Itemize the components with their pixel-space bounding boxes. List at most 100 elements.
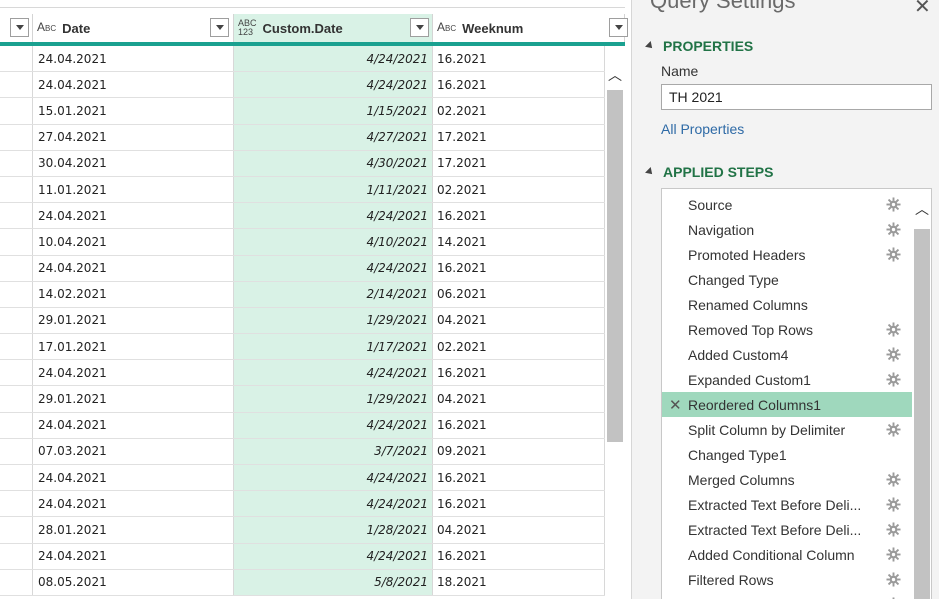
weeknum-cell[interactable]: 16.2021 (433, 255, 605, 281)
applied-step[interactable]: Added Custom4 (662, 342, 912, 367)
applied-step[interactable]: Promoted Headers (662, 242, 912, 267)
weeknum-cell[interactable]: 04.2021 (433, 307, 605, 334)
date-cell[interactable]: 29.01.2021 (33, 386, 234, 412)
custom-date-cell[interactable]: 4/24/2021 (234, 412, 433, 438)
custom-date-cell[interactable]: 1/17/2021 (234, 334, 433, 360)
applied-step[interactable]: Changed Type (662, 267, 912, 292)
scrollbar-thumb[interactable] (607, 90, 623, 442)
weeknum-cell[interactable]: 16.2021 (433, 465, 605, 491)
date-cell[interactable]: 24.04.2021 (33, 72, 234, 98)
weeknum-cell[interactable]: 02.2021 (433, 334, 605, 360)
applied-step[interactable]: Expanded Custom1 (662, 367, 912, 392)
gear-icon[interactable] (886, 222, 901, 237)
row-number-cell[interactable] (0, 569, 33, 595)
vertical-scrollbar[interactable]: ︿ (605, 66, 625, 599)
applied-step[interactable]: Added Conditional Column (662, 542, 912, 567)
table-row[interactable]: 30.04.2021 4/30/2021 17.2021 (0, 150, 605, 177)
custom-date-cell[interactable]: 2/14/2021 (234, 281, 433, 307)
weeknum-cell[interactable]: 16.2021 (433, 412, 605, 438)
query-name-input[interactable] (661, 84, 932, 110)
date-cell[interactable]: 24.04.2021 (33, 255, 234, 281)
row-number-cell[interactable] (0, 281, 33, 307)
custom-date-cell[interactable]: 4/24/2021 (234, 46, 433, 72)
applied-step[interactable]: Removed Top Rows (662, 317, 912, 342)
row-number-cell[interactable] (0, 543, 33, 569)
date-cell[interactable]: 10.04.2021 (33, 229, 234, 255)
weeknum-cell[interactable]: 16.2021 (433, 543, 605, 569)
custom-date-cell[interactable]: 4/24/2021 (234, 543, 433, 569)
table-row[interactable]: 24.04.2021 4/24/2021 16.2021 (0, 46, 605, 73)
custom-date-cell[interactable]: 4/30/2021 (234, 150, 433, 176)
table-row[interactable]: 24.04.2021 4/24/2021 16.2021 (0, 465, 605, 492)
steps-scrollbar[interactable]: ︿ (912, 189, 931, 599)
applied-step[interactable]: Navigation (662, 217, 912, 242)
row-number-cell[interactable] (0, 334, 33, 360)
applied-step[interactable]: Added Custom (662, 592, 912, 599)
custom-date-cell[interactable]: 3/7/2021 (234, 438, 433, 464)
weeknum-cell[interactable]: 04.2021 (433, 517, 605, 543)
date-cell[interactable]: 24.04.2021 (33, 46, 234, 72)
table-row[interactable]: 24.04.2021 4/24/2021 16.2021 (0, 491, 605, 518)
row-number-cell[interactable] (0, 203, 33, 229)
table-row[interactable]: 24.04.2021 4/24/2021 16.2021 (0, 203, 605, 230)
weeknum-cell[interactable]: 18.2021 (433, 569, 605, 595)
table-row[interactable]: 24.04.2021 4/24/2021 16.2021 (0, 412, 605, 439)
row-number-cell[interactable] (0, 465, 33, 491)
column-header-date[interactable]: ABC Date (33, 14, 234, 42)
applied-step[interactable]: Merged Columns (662, 467, 912, 492)
gear-icon[interactable] (886, 472, 901, 487)
date-cell[interactable]: 30.04.2021 (33, 150, 234, 176)
date-cell[interactable]: 24.04.2021 (33, 412, 234, 438)
row-number-cell[interactable] (0, 307, 33, 334)
table-row[interactable]: 17.01.2021 1/17/2021 02.2021 (0, 334, 605, 361)
table-row[interactable]: 28.01.2021 1/28/2021 04.2021 (0, 517, 605, 544)
weeknum-cell[interactable]: 16.2021 (433, 46, 605, 72)
table-row[interactable]: 29.01.2021 1/29/2021 04.2021 (0, 307, 605, 335)
all-properties-link[interactable]: All Properties (661, 121, 744, 137)
date-cell[interactable]: 24.04.2021 (33, 543, 234, 569)
table-row[interactable]: 24.04.2021 4/24/2021 16.2021 (0, 543, 605, 570)
date-cell[interactable]: 24.04.2021 (33, 491, 234, 517)
gear-icon[interactable] (886, 247, 901, 262)
custom-date-cell[interactable]: 4/24/2021 (234, 491, 433, 517)
properties-section-header[interactable]: PROPERTIES (645, 38, 753, 54)
custom-date-cell[interactable]: 1/28/2021 (234, 517, 433, 543)
applied-step[interactable]: Extracted Text Before Deli... (662, 517, 912, 542)
date-cell[interactable]: 24.04.2021 (33, 360, 234, 386)
row-number-cell[interactable] (0, 491, 33, 517)
filter-dropdown-button[interactable] (410, 18, 429, 37)
scroll-up-icon[interactable]: ︿ (914, 201, 930, 217)
table-row[interactable]: 27.04.2021 4/27/2021 17.2021 (0, 124, 605, 151)
table-row[interactable]: 29.01.2021 1/29/2021 04.2021 (0, 386, 605, 413)
row-number-cell[interactable] (0, 72, 33, 98)
applied-steps-section-header[interactable]: APPLIED STEPS (645, 164, 773, 180)
table-row[interactable]: 08.05.2021 5/8/2021 18.2021 (0, 569, 605, 596)
horizontal-scrollbar[interactable] (0, 0, 625, 8)
table-row[interactable]: 24.04.2021 4/24/2021 16.2021 (0, 360, 605, 387)
date-cell[interactable]: 29.01.2021 (33, 307, 234, 334)
custom-date-cell[interactable]: 4/24/2021 (234, 360, 433, 386)
row-number-cell[interactable] (0, 150, 33, 176)
row-number-cell[interactable] (0, 255, 33, 281)
weeknum-cell[interactable]: 04.2021 (433, 386, 605, 412)
row-number-dropdown-button[interactable] (10, 18, 29, 37)
date-cell[interactable]: 07.03.2021 (33, 438, 234, 464)
gear-icon[interactable] (886, 347, 901, 362)
applied-step[interactable]: Source (662, 192, 912, 217)
any-type-icon[interactable]: ABC 123 (238, 19, 257, 37)
applied-step[interactable]: Renamed Columns (662, 292, 912, 317)
table-row[interactable]: 24.04.2021 4/24/2021 16.2021 (0, 255, 605, 282)
collapse-triangle-icon[interactable] (645, 167, 655, 177)
gear-icon[interactable] (886, 197, 901, 212)
table-row[interactable]: 24.04.2021 4/24/2021 16.2021 (0, 72, 605, 99)
scrollbar-thumb[interactable] (914, 229, 930, 599)
gear-icon[interactable] (886, 572, 901, 587)
column-header-weeknum[interactable]: ABC Weeknum (433, 14, 628, 42)
custom-date-cell[interactable]: 4/27/2021 (234, 124, 433, 150)
weeknum-cell[interactable]: 16.2021 (433, 360, 605, 386)
weeknum-cell[interactable]: 06.2021 (433, 281, 605, 307)
custom-date-cell[interactable]: 4/24/2021 (234, 255, 433, 281)
custom-date-cell[interactable]: 1/15/2021 (234, 98, 433, 124)
collapse-triangle-icon[interactable] (645, 41, 655, 51)
weeknum-cell[interactable]: 17.2021 (433, 150, 605, 176)
